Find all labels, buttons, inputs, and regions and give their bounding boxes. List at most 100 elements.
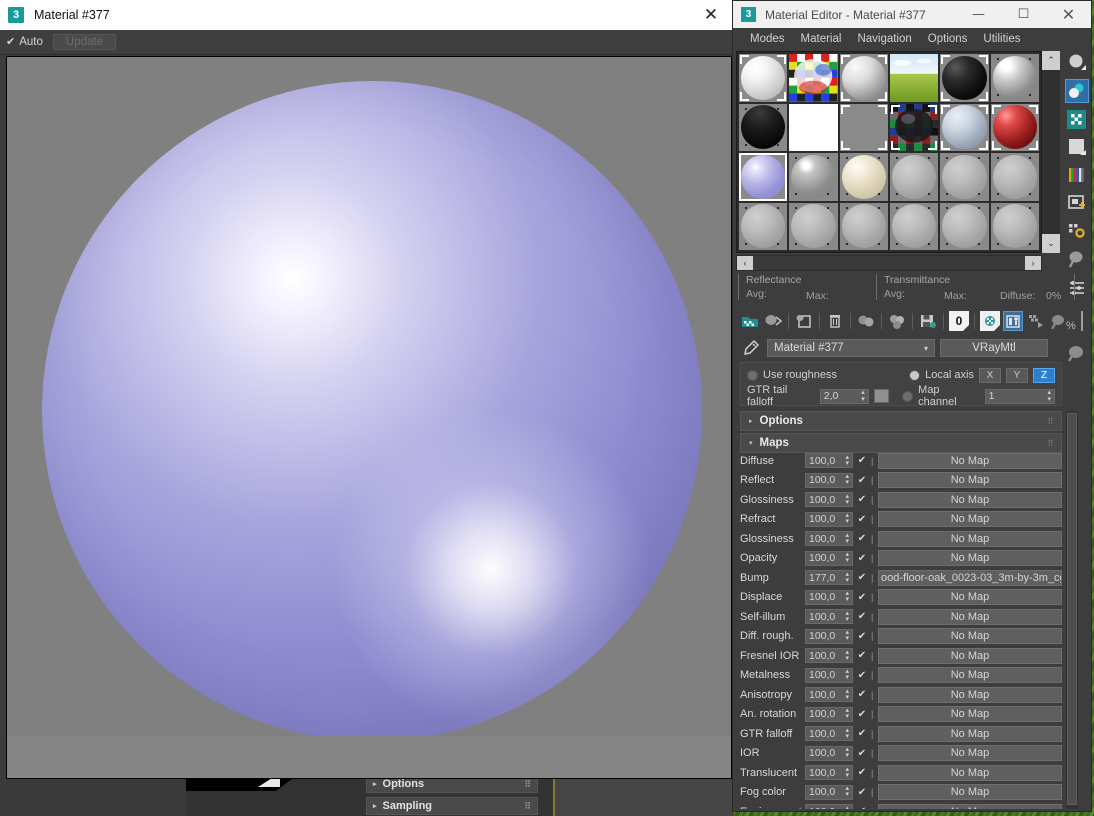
- map-slot-button[interactable]: ood-floor-oak_0023-03_3m-by-3m_cg: [878, 569, 1062, 586]
- material-slot-11[interactable]: [940, 103, 989, 151]
- material-slot-9[interactable]: [839, 103, 888, 151]
- select-by-material-icon[interactable]: [1065, 247, 1089, 271]
- map-slot-button[interactable]: No Map: [878, 628, 1062, 645]
- material-slot-24[interactable]: [990, 202, 1039, 250]
- preview-titlebar[interactable]: 3 Material #377 ✕: [0, 0, 734, 30]
- map-slot-button[interactable]: No Map: [878, 686, 1062, 703]
- map-enable-checkbox[interactable]: ✔: [856, 572, 868, 583]
- map-enable-checkbox[interactable]: ✔: [856, 611, 868, 622]
- map-amount-spinner[interactable]: 177,0 ▴ ▾: [805, 570, 853, 586]
- save-preview-icon[interactable]: [918, 311, 938, 331]
- make-preview-icon[interactable]: [1065, 191, 1089, 215]
- map-slot-button[interactable]: No Map: [878, 745, 1062, 762]
- material-name-dropdown[interactable]: Material #377 ▾: [767, 339, 935, 357]
- map-enable-checkbox[interactable]: ✔: [856, 670, 868, 681]
- material-slot-4[interactable]: [889, 54, 939, 102]
- map-slot-button[interactable]: No Map: [878, 511, 1062, 528]
- map-enable-checkbox[interactable]: ✔: [856, 806, 868, 809]
- material-slot-19[interactable]: [739, 202, 788, 250]
- menu-modes[interactable]: Modes: [743, 31, 792, 47]
- video-color-check-icon[interactable]: [1065, 163, 1089, 187]
- material-slot-3[interactable]: [839, 54, 888, 102]
- background-rollout-sampling[interactable]: ▸ Sampling ⠿: [366, 797, 538, 815]
- axis-button-y[interactable]: Y: [1006, 367, 1028, 383]
- material-slot-10[interactable]: [889, 103, 939, 151]
- map-amount-spinner[interactable]: 100,0 ▴▾: [805, 765, 853, 781]
- close-button[interactable]: ✕: [1046, 1, 1091, 28]
- slot-grid-horizontal-scrollbar[interactable]: ‹ ›: [736, 255, 1042, 271]
- map-enable-checkbox[interactable]: ✔: [856, 650, 868, 661]
- get-material-icon[interactable]: [740, 311, 760, 331]
- map-slot-button[interactable]: No Map: [878, 452, 1062, 469]
- map-slot-button[interactable]: No Map: [878, 491, 1062, 508]
- material-slot-6[interactable]: [990, 54, 1039, 102]
- map-slot-button[interactable]: No Map: [878, 530, 1062, 547]
- map-slot-button[interactable]: No Map: [878, 550, 1062, 567]
- update-button[interactable]: Update: [52, 34, 116, 50]
- gtr-color-swatch[interactable]: [873, 389, 890, 403]
- map-enable-checkbox[interactable]: ✔: [856, 689, 868, 700]
- material-effects-id-icon[interactable]: [887, 311, 907, 331]
- map-channel-radio[interactable]: [902, 390, 914, 402]
- assign-material-to-selection-icon[interactable]: [794, 311, 814, 331]
- map-channel-spinner[interactable]: 1 ▴ ▾: [984, 388, 1055, 404]
- axis-button-x[interactable]: X: [979, 367, 1001, 383]
- menu-navigation[interactable]: Navigation: [850, 31, 918, 47]
- map-slot-button[interactable]: No Map: [878, 472, 1062, 489]
- scroll-down-button[interactable]: ⌄: [1042, 234, 1060, 253]
- map-enable-checkbox[interactable]: ✔: [856, 748, 868, 759]
- delete-material-icon[interactable]: [825, 311, 845, 331]
- rollout-maps[interactable]: ▾ Maps ⠿: [740, 433, 1062, 453]
- material-slot-20[interactable]: [789, 202, 838, 250]
- map-enable-checkbox[interactable]: ✔: [856, 455, 868, 466]
- map-amount-spinner[interactable]: 100,0 ▴▾: [805, 492, 853, 508]
- material-id-channel-icon[interactable]: [1065, 275, 1089, 299]
- map-amount-spinner[interactable]: 100,0 ▴▾: [805, 511, 853, 527]
- local-axis-radio[interactable]: [909, 369, 921, 381]
- go-forward-to-sibling-icon[interactable]: [1049, 311, 1069, 331]
- material-slot-grid[interactable]: [736, 51, 1042, 253]
- preview-viewport[interactable]: [6, 56, 732, 779]
- map-amount-spinner[interactable]: 100,0 ▴▾: [805, 648, 853, 664]
- material-slot-21[interactable]: [839, 202, 888, 250]
- menu-options[interactable]: Options: [921, 31, 975, 47]
- map-slot-button[interactable]: No Map: [878, 784, 1062, 801]
- show-in-viewport-icon[interactable]: [980, 311, 1000, 331]
- options-icon[interactable]: [1065, 219, 1089, 243]
- auto-update-checkbox[interactable]: ✔ Auto: [6, 36, 43, 48]
- material-slot-17[interactable]: [940, 153, 989, 201]
- show-end-result-icon[interactable]: [1003, 311, 1023, 331]
- slot-grid-vertical-scrollbar[interactable]: ⌃ ⌄: [1042, 51, 1060, 253]
- scroll-left-button[interactable]: ‹: [737, 256, 753, 270]
- map-amount-spinner[interactable]: 100,0 ▴▾: [805, 784, 853, 800]
- map-amount-spinner[interactable]: 100,0 ▴▾: [805, 628, 853, 644]
- map-amount-spinner[interactable]: 100,0 ▴▾: [805, 804, 853, 809]
- map-amount-spinner[interactable]: 100,0 ▴▾: [805, 745, 853, 761]
- map-enable-checkbox[interactable]: ✔: [856, 592, 868, 603]
- map-amount-spinner[interactable]: 100,0 ▴▾: [805, 531, 853, 547]
- eyedropper-icon[interactable]: [740, 338, 762, 358]
- material-slot-5[interactable]: [940, 54, 989, 102]
- zero-channel-icon[interactable]: 0: [949, 311, 969, 331]
- gtr-tail-falloff-spinner[interactable]: 2,0 ▴ ▾: [819, 388, 869, 404]
- maps-scrollbar-thumb[interactable]: [1067, 413, 1077, 805]
- map-amount-spinner[interactable]: 100,0 ▴▾: [805, 589, 853, 605]
- editor-titlebar[interactable]: 3 Material Editor - Material #377 — ☐ ✕: [733, 1, 1091, 28]
- scroll-up-button[interactable]: ⌃: [1042, 51, 1060, 70]
- map-enable-checkbox[interactable]: ✔: [856, 728, 868, 739]
- scroll-right-button[interactable]: ›: [1025, 256, 1041, 270]
- map-amount-spinner[interactable]: 100,0 ▴▾: [805, 706, 853, 722]
- map-enable-checkbox[interactable]: ✔: [856, 494, 868, 505]
- map-enable-checkbox[interactable]: ✔: [856, 533, 868, 544]
- map-enable-checkbox[interactable]: ✔: [856, 709, 868, 720]
- sample-type-sphere-icon[interactable]: [1065, 51, 1089, 75]
- map-amount-spinner[interactable]: 100,0 ▴▾: [805, 687, 853, 703]
- map-enable-checkbox[interactable]: ✔: [856, 767, 868, 778]
- maps-vertical-scrollbar[interactable]: [1066, 411, 1078, 809]
- map-slot-button[interactable]: No Map: [878, 667, 1062, 684]
- minimize-button[interactable]: —: [956, 1, 1001, 28]
- material-type-button[interactable]: VRayMtl: [940, 339, 1048, 357]
- material-slot-13[interactable]: [739, 153, 788, 201]
- material-slot-16[interactable]: [889, 153, 939, 201]
- map-enable-checkbox[interactable]: ✔: [856, 631, 868, 642]
